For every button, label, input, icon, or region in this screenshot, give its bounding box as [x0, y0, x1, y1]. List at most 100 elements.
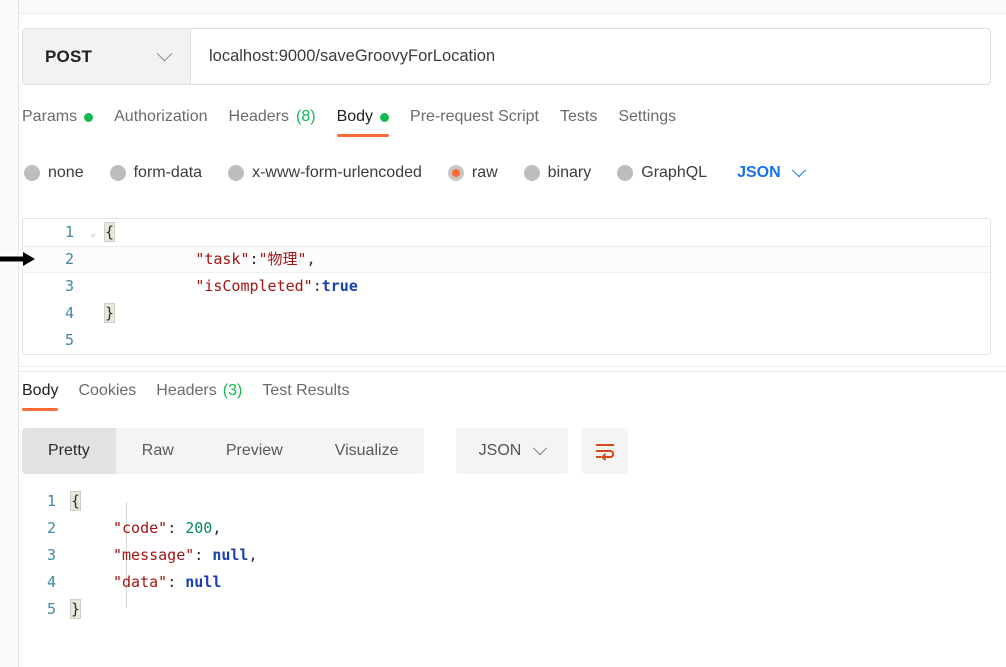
response-tab-test-results-label: Test Results: [262, 382, 350, 399]
json-number-value: 200: [185, 519, 213, 537]
tab-params[interactable]: Params: [22, 104, 114, 139]
line-number: 2: [46, 519, 56, 537]
response-tab-cookies-label: Cookies: [78, 382, 137, 399]
json-key: "message": [113, 546, 195, 564]
radio-form-data-label: form-data: [133, 164, 203, 181]
code-line: 5: [23, 327, 990, 354]
json-null-value: null: [185, 573, 222, 591]
postman-request-response-pane: POST localhost:9000/saveGroovyForLocatio…: [0, 0, 1006, 667]
radio-binary[interactable]: binary: [523, 164, 592, 182]
open-brace: {: [69, 491, 82, 511]
body-indicator-dot-icon: [380, 112, 390, 122]
response-tab-headers-label: Headers: [156, 382, 217, 399]
code-line: 1 {: [22, 488, 991, 515]
json-colon: :: [194, 546, 204, 564]
tab-headers[interactable]: Headers (8): [229, 104, 337, 139]
chevron-down-icon: [791, 163, 806, 178]
view-mode-raw-label: Raw: [141, 442, 174, 459]
response-format-dropdown[interactable]: JSON: [456, 428, 568, 474]
tab-body-label: Body: [336, 108, 374, 125]
code-line: 4 "data": null: [22, 569, 991, 596]
tab-body[interactable]: Body: [336, 104, 410, 139]
request-body-editor[interactable]: 1 ⌄ { 2 "task":"物理", 3 "isCompleted":tru…: [22, 218, 991, 355]
view-mode-preview-label: Preview: [225, 442, 283, 459]
radio-graphql[interactable]: GraphQL: [617, 164, 707, 182]
radio-x-www-form-urlencoded[interactable]: x-www-form-urlencoded: [228, 164, 422, 182]
response-divider-bottom: [19, 371, 1006, 372]
line-number: 2: [64, 250, 74, 268]
json-key: "data": [113, 573, 168, 591]
json-key: "isCompleted": [195, 277, 313, 295]
tab-settings-label: Settings: [618, 108, 677, 125]
line-number: 4: [64, 304, 74, 322]
radio-raw-label: raw: [471, 164, 498, 181]
tab-tests-label: Tests: [559, 108, 598, 125]
tab-params-label: Params: [22, 108, 78, 125]
radio-graphql-circle-icon: [617, 165, 634, 181]
json-boolean-value: true: [321, 277, 358, 295]
radio-raw[interactable]: raw: [447, 164, 498, 182]
radio-form-data[interactable]: form-data: [109, 164, 203, 182]
request-url-input[interactable]: localhost:9000/saveGroovyForLocation: [191, 29, 990, 84]
view-mode-preview[interactable]: Preview: [200, 428, 309, 474]
response-format-label: JSON: [478, 442, 522, 459]
fold-chevron-icon[interactable]: ⌄: [85, 219, 101, 246]
request-tabs: Params Authorization Headers (8) Body Pr…: [22, 104, 697, 139]
word-wrap-icon: [595, 444, 614, 461]
response-tab-cookies[interactable]: Cookies: [78, 378, 156, 413]
line-number: 3: [46, 546, 56, 564]
view-mode-visualize[interactable]: Visualize: [309, 428, 425, 474]
view-mode-visualize-label: Visualize: [334, 442, 399, 459]
tab-pre-request-script-label: Pre-request Script: [410, 108, 539, 125]
response-tab-test-results[interactable]: Test Results: [262, 378, 369, 413]
raw-format-dropdown[interactable]: JSON: [737, 163, 806, 182]
json-comma: ,: [248, 546, 258, 564]
radio-urlencoded-label: x-www-form-urlencoded: [252, 164, 422, 181]
response-code-area: 1 { 2 "code": 200, 3 "message": null, 4 …: [22, 488, 991, 623]
request-url-value: localhost:9000/saveGroovyForLocation: [209, 47, 496, 65]
response-tabs: Body Cookies Headers (3) Test Results: [22, 378, 369, 413]
response-view-mode-group: Pretty Raw Preview Visualize: [22, 428, 425, 474]
body-type-radio-group: none form-data x-www-form-urlencoded raw…: [24, 163, 806, 182]
raw-format-label: JSON: [737, 164, 781, 181]
json-colon: :: [312, 277, 322, 295]
tab-authorization[interactable]: Authorization: [114, 104, 228, 139]
response-tab-headers[interactable]: Headers (3): [156, 378, 262, 413]
response-body-viewer[interactable]: 1 { 2 "code": 200, 3 "message": null, 4 …: [22, 488, 991, 638]
line-number: 3: [64, 277, 74, 295]
radio-binary-label: binary: [547, 164, 592, 181]
radio-urlencoded-circle-icon: [228, 165, 245, 181]
tab-settings[interactable]: Settings: [618, 104, 697, 139]
line-number: 1: [46, 492, 56, 510]
chevron-down-icon: [156, 45, 173, 62]
http-method-dropdown[interactable]: POST: [23, 29, 191, 84]
radio-none-circle-icon: [24, 165, 40, 181]
http-method-label: POST: [45, 46, 93, 66]
response-divider-top: [19, 366, 1006, 367]
close-brace: }: [103, 303, 116, 323]
code-line: 5 }: [22, 596, 991, 623]
tab-pre-request-script[interactable]: Pre-request Script: [410, 104, 560, 139]
json-comma: ,: [212, 519, 222, 537]
view-mode-pretty[interactable]: Pretty: [22, 428, 116, 474]
json-null-value: null: [212, 546, 249, 564]
radio-none-label: none: [48, 164, 84, 181]
response-tab-body[interactable]: Body: [22, 378, 78, 413]
code-line: 3 "message": null,: [22, 542, 991, 569]
line-number: 5: [64, 331, 74, 349]
code-line: 2 "code": 200,: [22, 515, 991, 542]
close-brace: }: [69, 599, 82, 619]
radio-graphql-label: GraphQL: [641, 164, 708, 181]
tab-tests[interactable]: Tests: [560, 104, 618, 139]
tab-headers-count: (8): [296, 108, 316, 125]
word-wrap-button[interactable]: [581, 428, 628, 474]
json-key: "code": [113, 519, 168, 537]
response-tab-body-label: Body: [22, 382, 59, 399]
json-colon: :: [167, 573, 177, 591]
params-indicator-dot-icon: [84, 112, 94, 122]
tab-headers-label: Headers: [228, 108, 289, 125]
radio-none[interactable]: none: [24, 164, 84, 182]
view-mode-raw[interactable]: Raw: [116, 428, 200, 474]
radio-form-data-circle-icon: [109, 165, 126, 181]
request-code-area: 1 ⌄ { 2 "task":"物理", 3 "isCompleted":tru…: [23, 219, 990, 354]
